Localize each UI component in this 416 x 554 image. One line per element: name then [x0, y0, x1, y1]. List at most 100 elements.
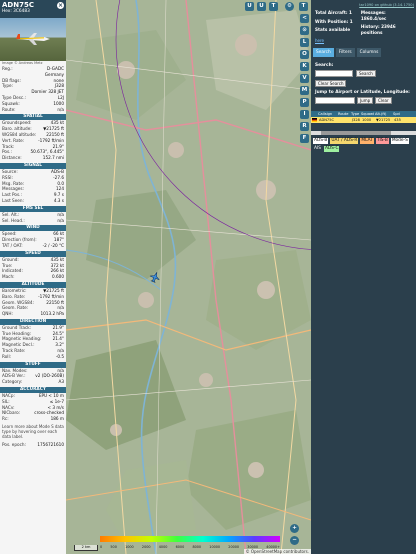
info-header: ADN75C Hex: 3C6483 ×	[0, 0, 66, 18]
spatial-rows: Groundspeed: 435 kt Baro. altitude: ▼21725 …	[0, 120, 66, 161]
tab-search[interactable]: Search	[313, 48, 334, 57]
source-legend-item: MLAT	[360, 138, 374, 144]
side-toolbar-button[interactable]: F	[300, 134, 309, 143]
info-row-value: 4.3 s	[53, 197, 64, 203]
info-row-value: 186 m	[50, 416, 64, 422]
speed-rows: Ground: 435 kt True: 372 kt Indicated: 266 kt…	[0, 257, 66, 280]
tab-columns[interactable]: Columns	[356, 48, 382, 57]
info-row-label: Sel. Head.:	[2, 217, 25, 223]
side-toolbar-button[interactable]: R	[300, 122, 309, 131]
altitude-tick-label: 1000	[125, 545, 134, 549]
info-row-label: Roll:	[2, 353, 12, 359]
callsign: ADN75C	[2, 1, 34, 9]
altitude-rows: Barometric: ▼21725 ft Baro. Rate: -1792 ft/…	[0, 288, 66, 317]
altitude-tick-label: 0	[100, 545, 103, 549]
close-icon[interactable]: ×	[57, 2, 64, 9]
history-count: History: 23946 positions	[360, 24, 396, 35]
info-row-label: Last Seen:	[2, 197, 24, 203]
search-label: Search:	[315, 63, 334, 68]
info-row: QNH: 1013.2 hPa	[0, 311, 66, 317]
map-view[interactable]: U U T ⚙ T · + − 0 500 1000 2000 4000 6000 8000…	[66, 0, 311, 554]
altitude-tick-label: 2000	[141, 545, 151, 549]
map-side-toolbar: < ⊙ L O K V M P I R F	[300, 14, 311, 146]
right-sidebar: tar1090 on github (3.14.1750) Total Airc…	[311, 0, 416, 554]
info-row-value: 152.7 nmi	[42, 155, 64, 161]
zoom-in-button[interactable]: +	[290, 524, 299, 533]
altitude-tick-label: 20000	[228, 545, 240, 549]
pos-epoch-row: Pos. epoch: 1756721610	[0, 442, 66, 448]
map-button-t1[interactable]: T	[269, 2, 278, 11]
zoom-out-button[interactable]: −	[290, 536, 299, 545]
jump-button[interactable]: Jump	[357, 97, 374, 104]
info-row: TAT / OAT: -2 / -20 °C	[0, 243, 66, 249]
info-row-label: Distance:	[2, 155, 22, 161]
table-row[interactable]: ADN75C J328 1000 ▼21725 435	[311, 117, 416, 123]
map-button-u1[interactable]: U	[245, 2, 254, 11]
table-scrollbar[interactable]	[311, 131, 416, 135]
total-aircraft: Total Aircraft: 1	[315, 10, 352, 15]
altitude-color-legend	[100, 536, 280, 542]
source-legend-item: TIS-B	[375, 138, 389, 144]
settings-gear-icon[interactable]: ⚙	[285, 2, 294, 11]
info-row: Route: n/a	[0, 107, 66, 113]
aircraft-photo-plane	[16, 33, 50, 45]
scrollbar-thumb[interactable]	[321, 131, 391, 135]
wind-rows: Speed: 66 kt Direction (from): 187° TAT / OA…	[0, 231, 66, 248]
info-row-value: 0.600	[52, 274, 64, 280]
side-toolbar-button[interactable]: M	[300, 86, 309, 95]
altitude-tick-label: 500	[110, 545, 117, 549]
side-toolbar-button[interactable]: V	[300, 74, 309, 83]
hex-code: Hex: 3C6483	[2, 9, 30, 14]
map-button-u2[interactable]: U	[257, 2, 266, 11]
info-row: Distance: 152.7 nmi	[0, 155, 66, 161]
info-row-value: -0.5	[55, 353, 64, 359]
side-toolbar-button[interactable]: ⊙	[300, 26, 309, 35]
side-toolbar-button[interactable]: I	[300, 110, 309, 119]
info-row-label: Type:	[2, 83, 14, 89]
fms-rows: Sel. Alt.: n/a Sel. Head.: n/a	[0, 212, 66, 224]
info-row: Category: A3	[0, 379, 66, 385]
jump-input[interactable]	[315, 97, 355, 104]
search-panel: Search: Search Clear Search Jump to Airp…	[311, 57, 416, 107]
version-link[interactable]: tar1090 on github (3.14.1750)	[311, 0, 416, 7]
side-toolbar-button[interactable]: P	[300, 98, 309, 107]
info-row-label: Rc:	[2, 416, 9, 422]
side-toolbar-button[interactable]: <	[300, 14, 309, 23]
table-cell: 1000	[362, 118, 372, 122]
map-button-t2[interactable]: T	[299, 2, 308, 11]
source-legend: ADS-B UAT / ADS-R MLAT TIS-B Mode-S AIS ADS-C	[311, 135, 416, 157]
map-attribution[interactable]: © OpenStreetMap contributors.	[243, 549, 311, 554]
stats-available: Stats available	[315, 27, 351, 32]
direction-rows: Ground Track: 21.9° True Heading: 24.5° Magn…	[0, 325, 66, 360]
stats-link[interactable]: here	[311, 38, 416, 43]
source-legend-item: ADS-C	[323, 146, 340, 152]
tab-filters[interactable]: Filters	[335, 48, 355, 57]
with-position: With Position: 1	[315, 18, 353, 24]
flag-icon	[312, 118, 317, 122]
info-row-label: Route:	[2, 106, 16, 112]
info-row-value: n/a	[57, 217, 64, 223]
table-cell: 435	[394, 118, 401, 122]
search-button[interactable]: Search	[356, 70, 376, 77]
map-town-label: ·	[116, 66, 118, 70]
info-row-label: TAT / OAT:	[2, 242, 23, 248]
search-input[interactable]	[315, 70, 353, 77]
altitude-tick-label: 4000	[158, 545, 168, 549]
side-toolbar-button[interactable]: O	[300, 50, 309, 59]
jump-label: Jump to Airport or Latitude, Longitude:	[315, 90, 410, 95]
app-root: ADN75C Hex: 3C6483 × Image © Andreas Met…	[0, 0, 416, 554]
clear-button[interactable]: Clear	[375, 97, 392, 104]
info-basic-rows: Reg.: D-GADC Germany DB flags: none Type: J328…	[0, 66, 66, 112]
clear-search-button[interactable]: Clear Search	[315, 80, 347, 87]
source-legend-item: AIS	[313, 146, 322, 152]
side-toolbar-button[interactable]: L	[300, 38, 309, 47]
info-row-label: QNH:	[2, 311, 13, 317]
tab-bar: Search Filters Columns	[313, 48, 414, 57]
info-row-value: 1013.2 hPa	[40, 311, 64, 317]
info-row-value: -2 / -20 °C	[42, 242, 64, 248]
side-toolbar-button[interactable]: K	[300, 62, 309, 71]
info-row: Last Seen: 4.3 s	[0, 198, 66, 204]
stats-block: Total Aircraft: 1 With Position: 1 Stats…	[311, 7, 416, 38]
map-canvas[interactable]	[66, 0, 311, 554]
aircraft-photo[interactable]	[0, 18, 66, 61]
